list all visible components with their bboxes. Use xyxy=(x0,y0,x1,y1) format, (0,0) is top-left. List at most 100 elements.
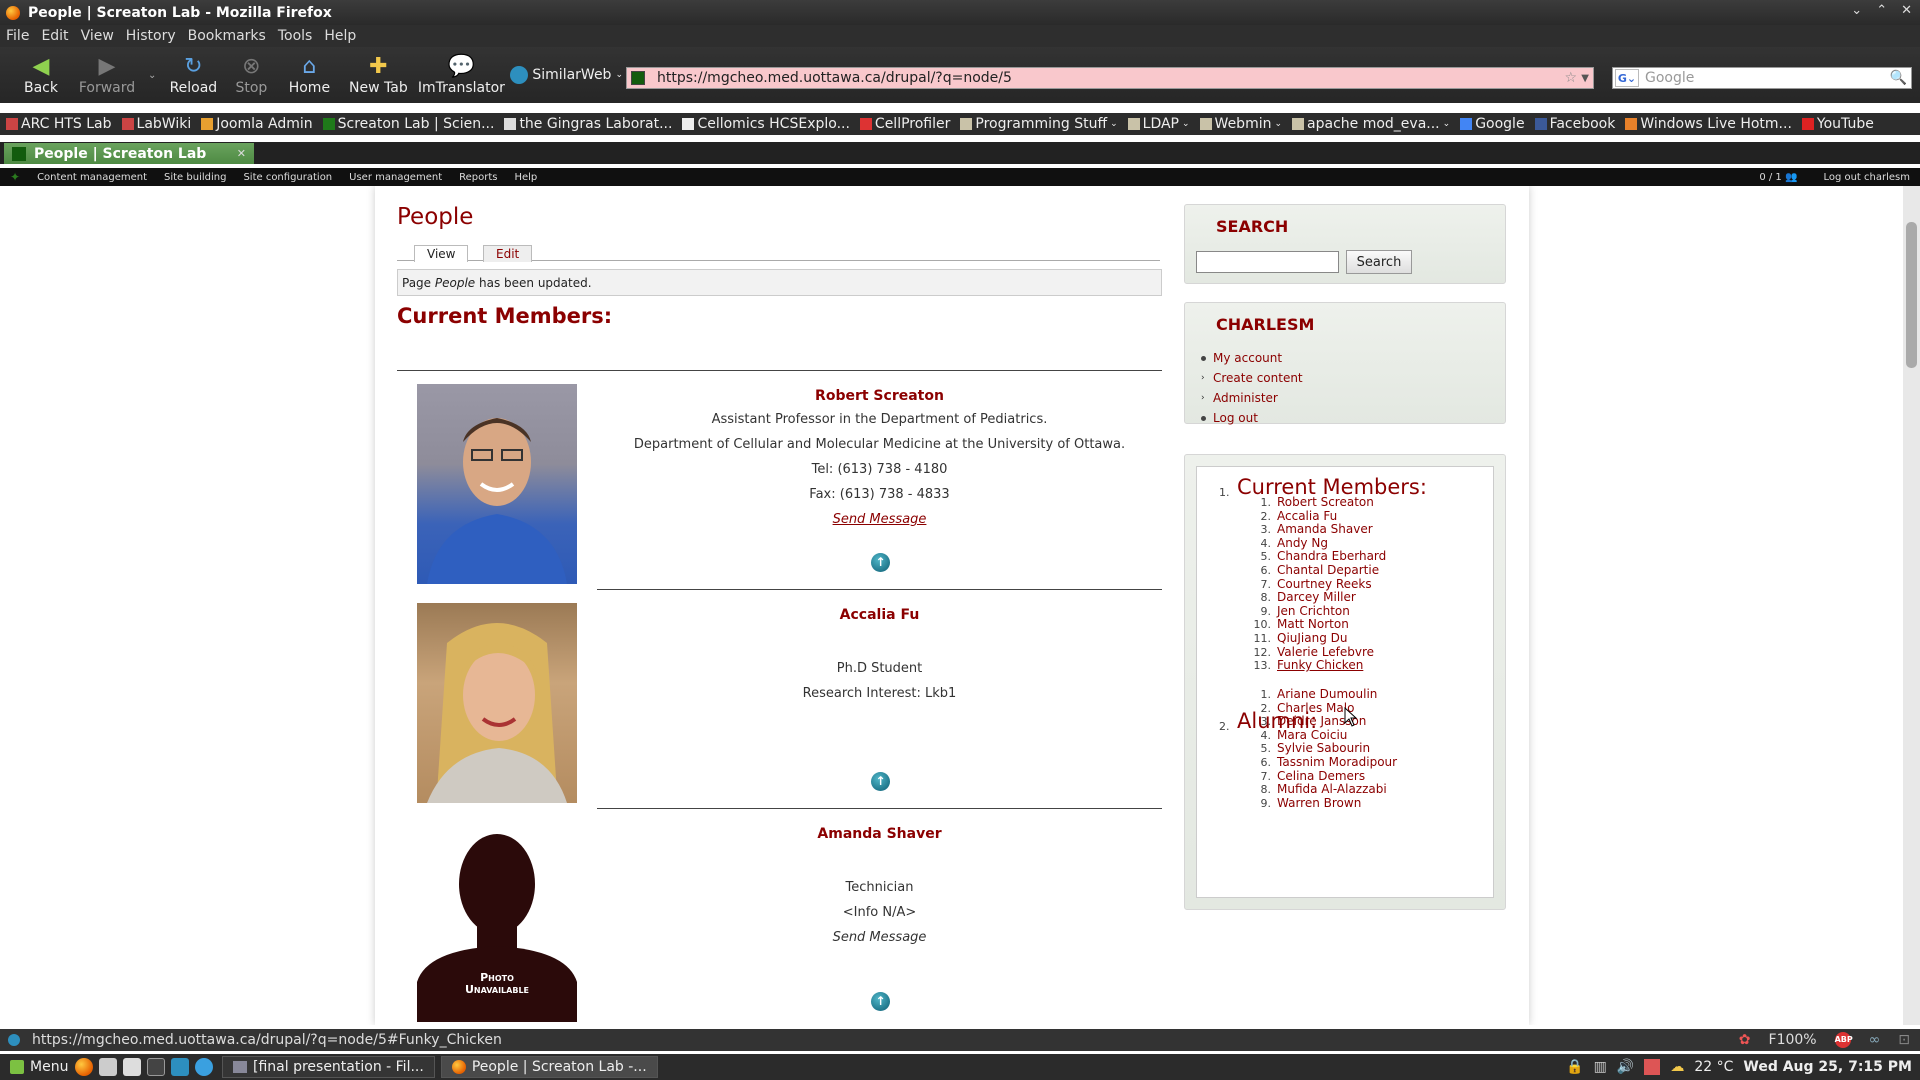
volume-icon[interactable]: 🔊 xyxy=(1617,1059,1634,1075)
admin-user-management[interactable]: User management xyxy=(349,172,442,183)
tab-people-screaton-lab[interactable]: People | Screaton Lab ✕ xyxy=(4,143,254,164)
menu-bookmarks[interactable]: Bookmarks xyxy=(188,28,266,44)
bookmark-item[interactable]: Google xyxy=(1460,116,1525,132)
terminal-launcher-icon[interactable] xyxy=(147,1058,165,1076)
similarweb-button[interactable]: SimilarWeb ⌄ xyxy=(510,66,623,84)
bookmark-item[interactable]: Windows Live Hotm... xyxy=(1625,116,1792,132)
toc-member-link[interactable]: Chantal Departie xyxy=(1277,563,1379,577)
admin-logout-link[interactable]: Log out charlesm xyxy=(1823,172,1910,183)
toc-member-link[interactable]: Accalia Fu xyxy=(1277,509,1337,523)
admin-site-configuration[interactable]: Site configuration xyxy=(243,172,332,183)
user-link-my-account[interactable]: My account xyxy=(1201,351,1505,365)
home-button[interactable]: ⌂ Home xyxy=(278,54,340,97)
bookmark-folder[interactable]: LDAP ⌄ xyxy=(1127,116,1190,132)
bookmark-item[interactable]: CellProfiler xyxy=(859,116,950,132)
close-tab-icon[interactable]: ✕ xyxy=(237,147,246,160)
back-button[interactable]: ◀ Back xyxy=(10,54,72,97)
bookmark-item[interactable]: Screaton Lab | Scien... xyxy=(322,116,494,132)
imtranslator-button[interactable]: 💬 ImTranslator xyxy=(416,54,506,97)
toc-member-link[interactable]: Chandra Eberhard xyxy=(1277,549,1386,563)
firefox-launcher-icon[interactable] xyxy=(75,1058,93,1076)
url-text[interactable]: https://mgcheo.med.uottawa.ca/drupal/?q=… xyxy=(657,70,1012,86)
bookmark-star-icon[interactable]: ☆ xyxy=(1564,70,1577,86)
drupal-home-icon[interactable]: ✦ xyxy=(10,170,20,184)
google-engine-icon[interactable]: G⌄ xyxy=(1615,69,1639,87)
toc-alumni-link[interactable]: Ariane Dumoulin xyxy=(1277,687,1377,701)
menu-view[interactable]: View xyxy=(81,28,114,44)
bookmark-item[interactable]: Joomla Admin xyxy=(201,116,313,132)
search-input[interactable] xyxy=(1196,251,1339,273)
history-dropdown-icon[interactable]: ⌄ xyxy=(148,70,156,81)
url-bar[interactable]: https://mgcheo.med.uottawa.ca/drupal/?q=… xyxy=(626,67,1594,89)
search-engine-placeholder[interactable]: Google xyxy=(1645,70,1694,86)
menu-help[interactable]: Help xyxy=(324,28,356,44)
firefox-tray-icon[interactable] xyxy=(1644,1059,1661,1075)
bookmark-item[interactable]: ARC HTS Lab xyxy=(6,116,112,132)
document-launcher-icon[interactable] xyxy=(123,1058,141,1076)
bookmark-item[interactable]: LabWiki xyxy=(121,116,191,132)
new-tab-button[interactable]: ✚ New Tab xyxy=(340,54,416,97)
menu-file[interactable]: File xyxy=(6,28,29,44)
toc-alumni-link[interactable]: Tassnim Moradipour xyxy=(1277,755,1397,769)
toc-member-link[interactable]: Matt Norton xyxy=(1277,617,1349,631)
bookmark-folder[interactable]: apache mod_eva... ⌄ xyxy=(1292,116,1450,132)
toc-alumni-link[interactable]: Mara Coiciu xyxy=(1277,728,1347,742)
toc-alumni-link[interactable]: Celina Demers xyxy=(1277,769,1365,783)
clock[interactable]: Wed Aug 25, 7:15 PM xyxy=(1743,1059,1912,1075)
search-button[interactable]: Search xyxy=(1346,250,1412,274)
toc-member-link[interactable]: Jen Crichton xyxy=(1277,604,1350,618)
bookmark-item[interactable]: YouTube xyxy=(1801,116,1874,132)
toc-member-link[interactable]: Darcey Miller xyxy=(1277,590,1356,604)
toc-alumni-link[interactable]: Mufida Al-Alazzabi xyxy=(1277,782,1387,796)
send-message-link[interactable]: Send Message xyxy=(597,512,1162,527)
back-to-top-icon[interactable]: ↑ xyxy=(871,772,890,791)
user-link-administer[interactable]: › Administer xyxy=(1201,391,1505,405)
admin-content-management[interactable]: Content management xyxy=(37,172,147,183)
network-icon[interactable]: ▥ xyxy=(1594,1059,1607,1075)
lock-icon[interactable]: 🔒 xyxy=(1566,1059,1583,1075)
stop-button[interactable]: ⊗ Stop xyxy=(224,54,278,97)
start-menu-button[interactable]: Menu xyxy=(0,1059,72,1075)
infinity-icon[interactable]: ∞ xyxy=(1869,1032,1881,1048)
admin-help[interactable]: Help xyxy=(514,172,537,183)
addon-icon[interactable]: ✿ xyxy=(1739,1032,1751,1048)
forward-button[interactable]: ▶ Forward xyxy=(72,54,142,97)
back-to-top-icon[interactable]: ↑ xyxy=(871,992,890,1011)
bookmark-folder[interactable]: Webmin ⌄ xyxy=(1199,116,1282,132)
media-launcher-icon[interactable] xyxy=(195,1058,213,1076)
reload-button[interactable]: ↻ Reload xyxy=(162,54,224,97)
toc-alumni-link[interactable]: Charles Malo xyxy=(1277,701,1354,715)
menu-history[interactable]: History xyxy=(126,28,176,44)
search-engine-box[interactable]: G⌄ Google 🔍 xyxy=(1612,67,1912,89)
toc-member-link[interactable]: Valerie Lefebvre xyxy=(1277,645,1374,659)
weather-temperature[interactable]: 22 °C xyxy=(1694,1059,1733,1075)
bookmark-item[interactable]: Cellomics HCSExplo... xyxy=(682,116,850,132)
text-editor-launcher-icon[interactable] xyxy=(99,1058,117,1076)
admin-reports[interactable]: Reports xyxy=(459,172,497,183)
toc-member-link[interactable]: Robert Screaton xyxy=(1277,495,1374,509)
user-link-create-content[interactable]: › Create content xyxy=(1201,371,1505,385)
toc-member-link[interactable]: QiuJiang Du xyxy=(1277,631,1348,645)
zoom-level[interactable]: F100% xyxy=(1769,1032,1817,1048)
tab-edit[interactable]: Edit xyxy=(483,245,533,262)
toc-alumni-link[interactable]: Warren Brown xyxy=(1277,796,1361,810)
search-icon[interactable]: 🔍 xyxy=(1890,70,1907,86)
bookmark-item[interactable]: the Gingras Laborat... xyxy=(504,116,672,132)
toc-member-link[interactable]: Amanda Shaver xyxy=(1277,522,1373,536)
toc-member-link[interactable]: Courtney Reeks xyxy=(1277,577,1372,591)
menu-tools[interactable]: Tools xyxy=(278,28,313,44)
adblock-icon[interactable]: ABP xyxy=(1834,1032,1853,1048)
close-icon[interactable]: ✕ xyxy=(1901,3,1912,18)
taskbar-item-firefox[interactable]: People | Screaton Lab -... xyxy=(440,1056,658,1078)
admin-site-building[interactable]: Site building xyxy=(164,172,226,183)
minimize-icon[interactable]: ⌄ xyxy=(1851,3,1862,18)
toc-alumni-link[interactable]: Sylvie Sabourin xyxy=(1277,741,1370,755)
toc-member-link[interactable]: Andy Ng xyxy=(1277,536,1328,550)
tab-view[interactable]: View xyxy=(414,245,469,262)
scrollbar-thumb[interactable] xyxy=(1906,222,1917,368)
taskbar-item-file-manager[interactable]: [final presentation - Fil... xyxy=(222,1056,435,1078)
menu-edit[interactable]: Edit xyxy=(41,28,68,44)
url-dropdown-icon[interactable]: ▼ xyxy=(1581,73,1589,84)
back-to-top-icon[interactable]: ↑ xyxy=(871,553,890,572)
bookmark-item[interactable]: Facebook xyxy=(1534,116,1615,132)
